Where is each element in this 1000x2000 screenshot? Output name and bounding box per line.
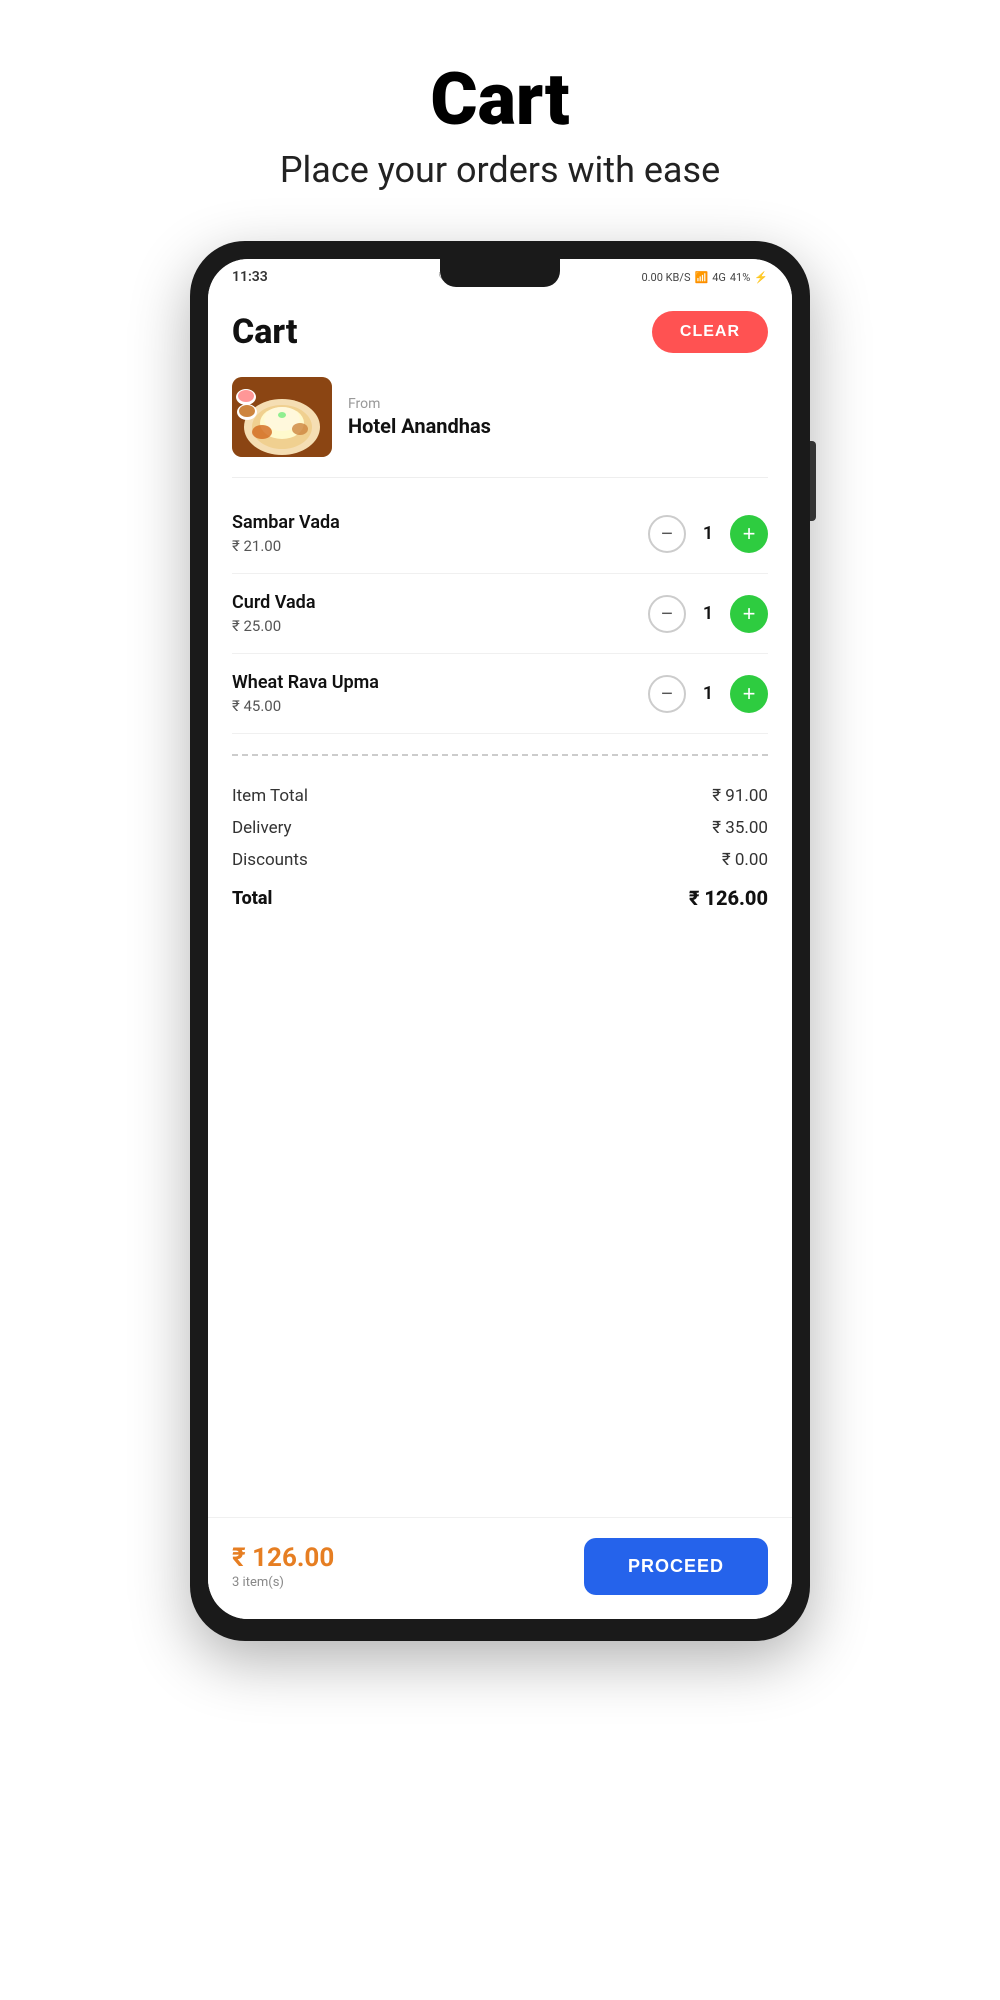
restaurant-section: From Hotel Anandhas (232, 377, 768, 478)
item-total-value: ₹ 91.00 (712, 786, 768, 806)
item-price-2: ₹ 25.00 (232, 617, 648, 635)
item-total-label: Item Total (232, 786, 308, 806)
bottom-bar: ₹ 126.00 3 item(s) PROCEED (208, 1517, 792, 1619)
status-right-icons: 0.00 KB/S 📶 4G 41% ⚡ (641, 271, 768, 284)
phone-side-button (810, 441, 816, 521)
decrease-item-2[interactable]: − (648, 595, 686, 633)
signal-icon: 4G (712, 271, 726, 284)
item-total-row: Item Total ₹ 91.00 (232, 780, 768, 812)
quantity-control-2: − 1 + (648, 595, 768, 633)
page-title: Cart (430, 60, 569, 139)
item-price-1: ₹ 21.00 (232, 537, 648, 555)
cart-header: Cart CLEAR (232, 311, 768, 353)
discounts-row: Discounts ₹ 0.00 (232, 844, 768, 876)
decrease-item-3[interactable]: − (648, 675, 686, 713)
total-value: ₹ 126.00 (689, 886, 768, 910)
item-details-2: Curd Vada ₹ 25.00 (232, 592, 648, 635)
cart-item-1: Sambar Vada ₹ 21.00 − 1 + (232, 494, 768, 574)
qty-value-3: 1 (700, 683, 716, 704)
battery-level: 41% (730, 271, 750, 284)
qty-value-1: 1 (700, 523, 716, 544)
from-label: From (348, 396, 491, 412)
wifi-icon: 📶 (694, 271, 708, 284)
total-row: Total ₹ 126.00 (232, 880, 768, 916)
proceed-button[interactable]: PROCEED (584, 1538, 768, 1595)
decrease-item-1[interactable]: − (648, 515, 686, 553)
bottom-total-amount: ₹ 126.00 (232, 1543, 334, 1573)
summary-divider (232, 754, 768, 756)
total-label: Total (232, 888, 272, 909)
quantity-control-1: − 1 + (648, 515, 768, 553)
discounts-label: Discounts (232, 850, 308, 870)
delivery-label: Delivery (232, 818, 292, 838)
page-subtitle: Place your orders with ease (280, 149, 720, 191)
restaurant-name: Hotel Anandhas (348, 414, 491, 438)
item-price-3: ₹ 45.00 (232, 697, 648, 715)
cart-item-3: Wheat Rava Upma ₹ 45.00 − 1 + (232, 654, 768, 734)
quantity-control-3: − 1 + (648, 675, 768, 713)
status-time: 11:33 (232, 269, 268, 285)
price-summary: Item Total ₹ 91.00 Delivery ₹ 35.00 Disc… (232, 776, 768, 920)
bottom-total: ₹ 126.00 3 item(s) (232, 1543, 334, 1590)
restaurant-image (232, 377, 332, 457)
battery-icon: ⚡ (754, 271, 768, 284)
data-speed: 0.00 KB/S (641, 271, 690, 284)
clear-button[interactable]: CLEAR (652, 311, 768, 353)
increase-item-1[interactable]: + (730, 515, 768, 553)
cart-item-2: Curd Vada ₹ 25.00 − 1 + (232, 574, 768, 654)
phone-frame: 11:33 ♡ 🌐 0.00 KB/S 📶 4G 41% ⚡ Cart CLEA… (190, 241, 810, 1641)
increase-item-2[interactable]: + (730, 595, 768, 633)
item-details-3: Wheat Rava Upma ₹ 45.00 (232, 672, 648, 715)
phone-screen: 11:33 ♡ 🌐 0.00 KB/S 📶 4G 41% ⚡ Cart CLEA… (208, 259, 792, 1619)
delivery-value: ₹ 35.00 (712, 818, 768, 838)
qty-value-2: 1 (700, 603, 716, 624)
app-content: Cart CLEAR (208, 291, 792, 1517)
increase-item-3[interactable]: + (730, 675, 768, 713)
item-details-1: Sambar Vada ₹ 21.00 (232, 512, 648, 555)
restaurant-info: From Hotel Anandhas (348, 396, 491, 438)
item-name-3: Wheat Rava Upma (232, 672, 648, 693)
phone-notch (440, 259, 560, 287)
delivery-row: Delivery ₹ 35.00 (232, 812, 768, 844)
item-name-2: Curd Vada (232, 592, 648, 613)
cart-heading: Cart (232, 312, 298, 352)
bottom-total-items: 3 item(s) (232, 1575, 334, 1590)
item-name-1: Sambar Vada (232, 512, 648, 533)
discounts-value: ₹ 0.00 (722, 850, 768, 870)
